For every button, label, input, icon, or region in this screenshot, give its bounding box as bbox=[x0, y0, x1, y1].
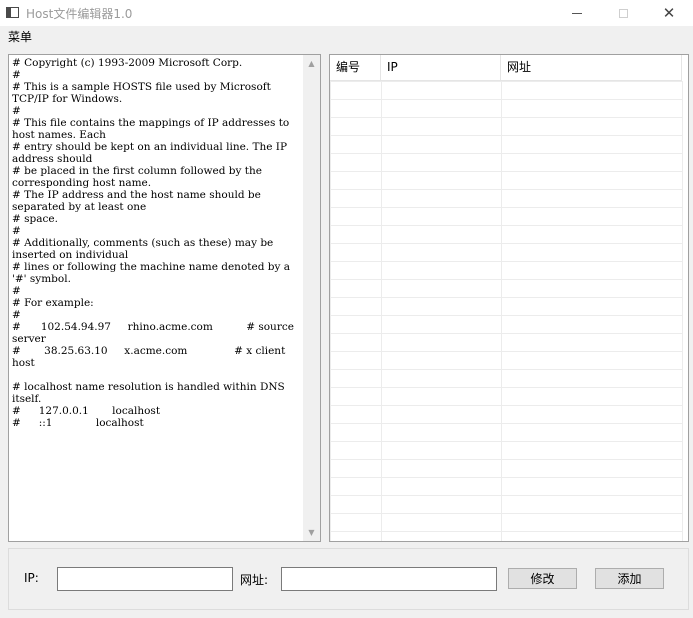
column-header-url[interactable]: 网址 bbox=[501, 55, 682, 80]
maximize-icon[interactable] bbox=[600, 0, 646, 26]
entry-form: IP: 网址: 修改 添加 bbox=[8, 548, 689, 610]
ip-label: IP: bbox=[24, 571, 39, 585]
table-header: 编号 IP 网址 bbox=[330, 55, 682, 81]
column-header-number[interactable]: 编号 bbox=[330, 55, 381, 80]
ip-input[interactable] bbox=[57, 567, 233, 591]
edit-button[interactable]: 修改 bbox=[508, 568, 577, 589]
column-divider bbox=[682, 81, 683, 541]
minimize-icon[interactable] bbox=[554, 0, 600, 26]
vertical-scrollbar[interactable]: ▲ ▼ bbox=[303, 55, 320, 541]
chevron-down-icon[interactable]: ▼ bbox=[303, 524, 320, 541]
menu-item-menu[interactable]: 菜单 bbox=[8, 28, 32, 45]
table-body[interactable] bbox=[330, 81, 683, 541]
column-header-ip[interactable]: IP bbox=[381, 55, 501, 80]
title-bar: Host文件编辑器1.0 ✕ bbox=[0, 0, 693, 26]
menu-bar: 菜单 bbox=[0, 26, 693, 46]
column-divider bbox=[381, 81, 382, 541]
hosts-table[interactable]: 编号 IP 网址 bbox=[329, 54, 689, 542]
url-label: 网址: bbox=[240, 573, 269, 587]
window-title: Host文件编辑器1.0 bbox=[26, 7, 133, 21]
hosts-editor[interactable]: # Copyright (c) 1993-2009 Microsoft Corp… bbox=[8, 54, 321, 542]
app-window-icon bbox=[6, 7, 19, 18]
hosts-file-text[interactable]: # Copyright (c) 1993-2009 Microsoft Corp… bbox=[12, 57, 302, 429]
url-input[interactable] bbox=[281, 567, 497, 591]
column-divider bbox=[501, 81, 502, 541]
close-icon[interactable]: ✕ bbox=[646, 0, 692, 26]
add-button[interactable]: 添加 bbox=[595, 568, 664, 589]
chevron-up-icon[interactable]: ▲ bbox=[303, 55, 320, 72]
